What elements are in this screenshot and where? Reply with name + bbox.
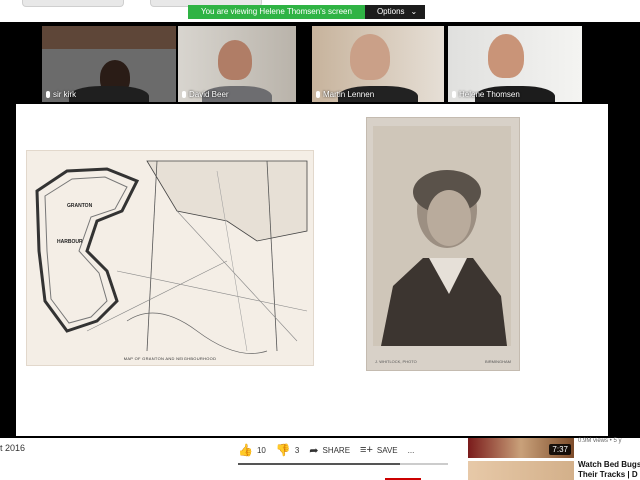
playlist-add-icon: ≡+ (360, 444, 373, 456)
map-label: GRANTON (67, 203, 93, 209)
like-ratio-fill (238, 463, 400, 465)
participant-name-tag: sir kirk (46, 90, 76, 99)
recommendation-title-line: Watch Bed Bugs (578, 460, 640, 469)
participant-tile-david-beer[interactable]: David Beer (178, 26, 296, 102)
participant-name: Martin Lennen (323, 90, 375, 99)
participant-head (488, 34, 524, 78)
like-count: 10 (256, 445, 266, 455)
like-ratio-bar (238, 463, 448, 465)
portrait-drawing (381, 170, 507, 346)
portrait-caption-left: J. WHITLOCK, PHOTO (375, 359, 417, 364)
participant-tile-sir-kirk[interactable]: sir kirk (42, 26, 176, 102)
share-button[interactable]: ➦ SHARE (309, 444, 350, 457)
portrait-photograph: J. WHITLOCK, PHOTO BIRMINGHAM (366, 117, 520, 371)
participant-name: sir kirk (53, 90, 77, 99)
save-button[interactable]: ≡+ SAVE (360, 444, 398, 456)
participant-name-tag: Martin Lennen (316, 90, 374, 99)
participant-tile-martin-lennen[interactable]: Martin Lennen (312, 26, 444, 102)
dislike-button[interactable]: 👎 3 (276, 443, 299, 457)
participant-body (68, 86, 150, 102)
recommendation-title[interactable]: Watch Bed Bugs Their Tracks | D (578, 460, 640, 480)
recommendation-thumbnail[interactable]: 7:37 (468, 438, 574, 458)
participant-name: David Beer (189, 90, 229, 99)
dislike-count: 3 (294, 445, 300, 455)
microphone-icon (46, 91, 50, 98)
share-label: SHARE (322, 445, 351, 455)
browser-tab[interactable] (22, 0, 124, 7)
thumbs-down-icon: 👎 (275, 443, 291, 457)
like-button[interactable]: 👍 10 (238, 443, 266, 457)
microphone-icon (316, 91, 320, 98)
participant-name-tag: David Beer (182, 90, 229, 99)
chevron-down-icon: ⌄ (410, 7, 418, 16)
options-label: Options (376, 7, 405, 16)
participant-name-tag: Helene Thomsen (452, 90, 520, 99)
more-actions-button[interactable]: ... (408, 446, 415, 455)
map-drawing (35, 160, 308, 354)
microphone-icon (182, 91, 186, 98)
thumbs-up-icon: 👍 (238, 443, 253, 457)
shared-slide: GRANTON HARBOUR MAP OF GRANTON AND NEIGH… (16, 104, 608, 436)
share-banner-text: You are viewing Helene Thomsen's screen (188, 5, 365, 19)
historic-map-image: GRANTON HARBOUR MAP OF GRANTON AND NEIGH… (26, 150, 314, 366)
map-label: HARBOUR (57, 239, 83, 245)
upload-date: t 2016 (0, 443, 26, 453)
portrait-caption-right: BIRMINGHAM (485, 359, 511, 364)
participant-name: Helene Thomsen (459, 90, 520, 99)
video-duration: 7:37 (549, 444, 571, 455)
video-actions: 👍 10 👎 3 ➦ SHARE ≡+ SAVE ... (238, 443, 414, 457)
more-icon: ... (407, 445, 415, 455)
screen-share-banner: You are viewing Helene Thomsen's screen … (188, 5, 426, 19)
save-label: SAVE (376, 445, 398, 455)
participant-head (350, 34, 390, 80)
participant-head (218, 40, 252, 80)
microphone-icon (452, 91, 456, 98)
recommendation-title-line: Their Tracks | D (578, 470, 638, 479)
portrait-image (373, 126, 511, 346)
recommendation-meta: 0.9M views • 5 y (578, 438, 622, 444)
recommendation-thumbnail[interactable] (468, 461, 574, 480)
options-button[interactable]: Options ⌄ (364, 5, 426, 19)
map-caption: MAP OF GRANTON AND NEIGHBOURHOOD (123, 356, 217, 361)
participant-tile-helene-thomsen[interactable]: Helene Thomsen (448, 26, 582, 102)
share-arrow-icon: ➦ (309, 444, 319, 457)
